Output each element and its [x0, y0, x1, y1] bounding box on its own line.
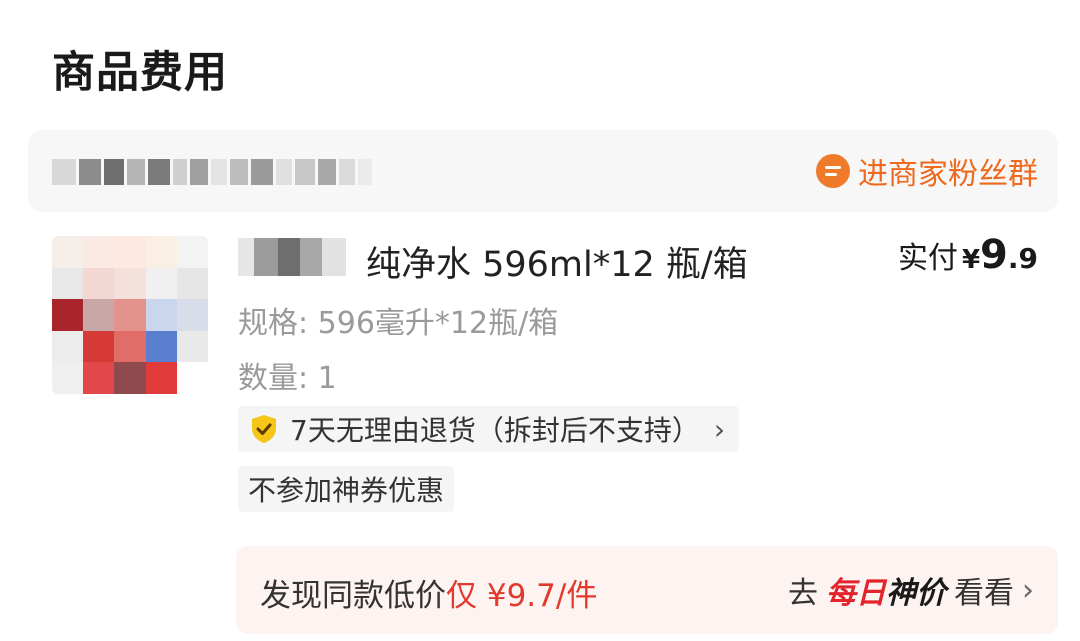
low-price-prefix: 发现同款低价	[260, 578, 446, 614]
chevron-right-icon: ›	[1022, 572, 1034, 608]
look-label: 看看	[954, 576, 1014, 611]
daily-logo-red: 每日	[826, 576, 886, 611]
low-price-text: 发现同款低价仅 ¥9.7/件	[260, 570, 597, 615]
daily-deal-logo: 每日神价	[826, 568, 946, 612]
fan-group-label: 进商家粉丝群	[858, 157, 1038, 192]
product-spec: 规格: 596毫升*12瓶/箱	[238, 306, 559, 341]
price-currency: ¥	[961, 245, 981, 275]
low-price-highlight: 仅 ¥9.7/件	[446, 578, 598, 614]
go-label: 去	[788, 576, 818, 611]
price-decimal: .9	[1007, 242, 1038, 275]
product-thumbnail[interactable]	[52, 236, 208, 394]
daily-logo-dark: 神价	[886, 576, 946, 611]
coupon-tag: 不参加神券优惠	[238, 466, 455, 512]
shield-check-icon	[250, 414, 278, 444]
product-brand-redacted	[238, 238, 346, 276]
section-title: 商品费用	[52, 48, 228, 98]
chat-bubble-icon	[816, 154, 850, 188]
paid-price: 实付 ¥ 9 .9	[898, 232, 1038, 278]
store-bar[interactable]: 进商家粉丝群	[28, 130, 1058, 212]
store-name-redacted	[52, 156, 412, 188]
order-fee-card: 商品费用 进商家粉丝群 纯净水 596ml*12 瓶/箱 实付 ¥ 9 .9 规…	[0, 0, 1080, 641]
price-integer: 9	[980, 232, 1008, 278]
fan-group-link[interactable]: 进商家粉丝群	[816, 148, 1038, 194]
product-title[interactable]: 纯净水 596ml*12 瓶/箱	[366, 236, 748, 287]
paid-price-label: 实付	[897, 241, 958, 276]
chevron-right-icon: ›	[713, 412, 726, 446]
return-policy-label: 7天无理由退货（拆封后不支持）	[290, 414, 700, 447]
low-price-banner[interactable]: 发现同款低价仅 ¥9.7/件 去 每日神价 看看 ›	[236, 546, 1058, 634]
daily-deal-link[interactable]: 去 每日神价 看看 ›	[788, 568, 1034, 612]
product-quantity: 数量: 1	[238, 361, 337, 396]
return-policy-tag[interactable]: 7天无理由退货（拆封后不支持） ›	[238, 406, 740, 452]
